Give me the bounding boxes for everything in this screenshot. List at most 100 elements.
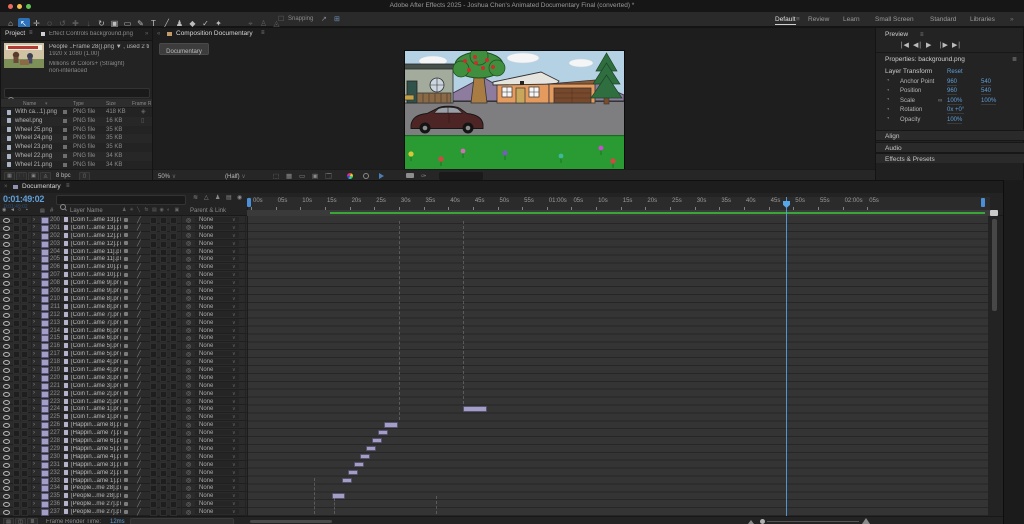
layer-name[interactable]: [Happin...ame 1].png <box>71 478 121 484</box>
parent-pickwhip-icon[interactable]: ◎ <box>186 374 191 381</box>
parent-pickwhip-icon[interactable]: ◎ <box>186 422 191 429</box>
layer-name[interactable]: [Coin f...ame 10].png <box>71 264 121 270</box>
parent-pickwhip-icon[interactable]: ◎ <box>186 343 191 350</box>
layer-row[interactable]: › 203 [Coin f...ame 12].png ╱ ◎ None ∨ <box>0 240 247 248</box>
quality-switch[interactable]: ╱ <box>137 453 141 460</box>
workspace-tab-standard[interactable]: Standard <box>930 16 956 23</box>
quality-switch[interactable]: ╱ <box>137 248 141 255</box>
snapping-checkbox[interactable]: ☐ <box>278 15 284 23</box>
bit-depth-button[interactable]: 8 bpc <box>56 173 71 179</box>
shy-switch[interactable] <box>124 368 128 372</box>
layer-row[interactable]: › 226 [Happin...ame 8].png ╱ ◎ None ∨ <box>0 421 247 429</box>
parent-link-column-header[interactable]: Parent & Link <box>190 208 226 214</box>
parent-pickwhip-icon[interactable]: ◎ <box>186 359 191 366</box>
shy-switch[interactable] <box>124 360 128 364</box>
eye-icon[interactable] <box>3 479 10 484</box>
expand-arrow-icon[interactable]: › <box>33 240 35 246</box>
property-value-2[interactable]: 100% <box>981 98 996 105</box>
expand-arrow-icon[interactable]: › <box>33 248 35 254</box>
timeline-menu-icon[interactable]: ≡ <box>66 183 70 189</box>
shy-switch[interactable] <box>124 328 128 332</box>
parent-pickwhip-icon[interactable]: ◎ <box>186 382 191 389</box>
channel-color-icon[interactable] <box>347 173 353 179</box>
layer-name-column-header[interactable]: Layer Name <box>70 208 103 214</box>
composition-viewer[interactable]: Documentary <box>153 40 875 169</box>
layer-row[interactable]: › 230 [Happin...ame 4].png ╱ ◎ None ∨ <box>0 453 247 461</box>
quality-switch[interactable]: ╱ <box>137 311 141 318</box>
expand-arrow-icon[interactable]: › <box>33 327 35 333</box>
tab-overflow-icon[interactable]: » <box>145 31 148 37</box>
composition-chip[interactable]: Documentary <box>159 43 209 55</box>
switch-header-icon-3[interactable]: fx <box>145 207 149 213</box>
shy-switch[interactable] <box>124 312 128 316</box>
expand-transfer-controls-icon[interactable]: ◫ <box>15 518 26 524</box>
file-label-chip[interactable] <box>63 163 67 167</box>
eye-icon[interactable] <box>3 400 10 405</box>
layer-name[interactable]: [Coin f...ame 3].png <box>71 375 121 381</box>
shy-switch[interactable] <box>124 273 128 277</box>
parent-pickwhip-icon[interactable]: ◎ <box>186 438 191 445</box>
expand-arrow-icon[interactable]: › <box>33 414 35 420</box>
parent-pickwhip-icon[interactable]: ◎ <box>186 493 191 500</box>
layer-name[interactable]: [Coin f...ame 2].png <box>71 399 121 405</box>
stopwatch-icon[interactable]: ◔ <box>886 107 890 113</box>
layer-row[interactable]: › 210 [Coin f...ame 8].png ╱ ◎ None ∨ <box>0 295 247 303</box>
layer-name[interactable]: [Coin f...ame 1].png <box>71 406 121 412</box>
mask-visibility-icon[interactable]: ▭ <box>299 172 305 180</box>
parent-pickwhip-icon[interactable]: ◎ <box>186 217 191 224</box>
layer-row[interactable]: › 233 [Happin...ame 1].png ╱ ◎ None ∨ <box>0 477 247 485</box>
shy-switch[interactable] <box>124 439 128 443</box>
expand-arrow-icon[interactable]: › <box>33 461 35 467</box>
timeline-zoom-knob[interactable] <box>760 519 765 524</box>
eye-icon[interactable] <box>3 273 10 278</box>
layer-row[interactable]: › 234 [People...me 28].png ╱ ◎ None ∨ <box>0 484 247 492</box>
shy-switch[interactable] <box>124 486 128 490</box>
parent-pickwhip-icon[interactable]: ◎ <box>186 398 191 405</box>
motion-blur-icon[interactable]: ◉ <box>237 194 242 201</box>
quality-switch[interactable]: ╱ <box>137 374 141 381</box>
layer-duration-bar[interactable] <box>378 430 388 435</box>
expand-arrow-icon[interactable]: › <box>33 319 35 325</box>
eye-icon[interactable] <box>3 384 10 389</box>
property-value-2[interactable]: 540 <box>981 88 991 95</box>
column-name[interactable]: Name <box>23 101 36 107</box>
property-value-1[interactable]: 100% <box>947 98 962 105</box>
shy-switch[interactable] <box>124 289 128 293</box>
expand-arrow-icon[interactable]: › <box>33 445 35 451</box>
layer-name[interactable]: [Coin f...ame 12].png <box>71 241 121 247</box>
comp-marker-bin-button[interactable] <box>990 210 998 216</box>
expand-arrow-icon[interactable]: › <box>33 374 35 380</box>
layer-name[interactable]: [Happin...ame 3].png <box>71 462 121 468</box>
eye-icon[interactable] <box>3 486 10 491</box>
file-label-chip[interactable] <box>63 136 67 140</box>
tab-effect-controls[interactable]: Effect Controls background.png <box>49 31 143 37</box>
eye-icon[interactable] <box>3 447 10 452</box>
parent-pickwhip-icon[interactable]: ◎ <box>186 319 191 326</box>
expand-arrow-icon[interactable]: › <box>33 367 35 373</box>
quality-switch[interactable]: ╱ <box>137 485 141 492</box>
expand-arrow-icon[interactable]: › <box>33 272 35 278</box>
layer-name[interactable]: [People...me 27].png <box>71 509 121 515</box>
layer-row[interactable]: › 208 [Coin f...ame 9].png ╱ ◎ None ∨ <box>0 279 247 287</box>
shy-switch[interactable] <box>124 281 128 285</box>
panel-menu-icon[interactable]: ≡ <box>261 30 265 36</box>
audio-column-icon[interactable]: ◄ <box>10 207 15 213</box>
layer-name[interactable]: [Coin f...ame 13].png <box>71 217 121 223</box>
layer-row[interactable]: › 202 [Coin f...ame 12].png ╱ ◎ None ∨ <box>0 232 247 240</box>
eye-icon[interactable] <box>3 502 10 507</box>
expand-arrow-icon[interactable]: › <box>33 351 35 357</box>
effect-cell[interactable] <box>150 509 157 516</box>
workspace-tab-default[interactable]: Default <box>775 16 796 25</box>
quality-switch[interactable]: ╱ <box>137 493 141 500</box>
column-frame-rate[interactable]: Frame Ra <box>132 101 151 107</box>
eye-icon[interactable] <box>3 471 10 476</box>
layer-row[interactable]: › 236 [People...me 27].png ╱ ◎ None ∨ <box>0 500 247 508</box>
shy-switch[interactable] <box>124 218 128 222</box>
layer-name[interactable]: [People...me 28].png <box>71 493 121 499</box>
layer-name[interactable]: [Coin f...ame 7].png <box>71 312 121 318</box>
layer-row[interactable]: › 223 [Coin f...ame 2].png ╱ ◎ None ∨ <box>0 398 247 406</box>
timeline-horizontal-scrollbar[interactable] <box>250 520 332 523</box>
play-button[interactable]: ▶ <box>926 41 931 49</box>
shy-switch[interactable] <box>124 257 128 261</box>
layer-row[interactable]: › 206 [Coin f...ame 10].png ╱ ◎ None ∨ <box>0 263 247 271</box>
